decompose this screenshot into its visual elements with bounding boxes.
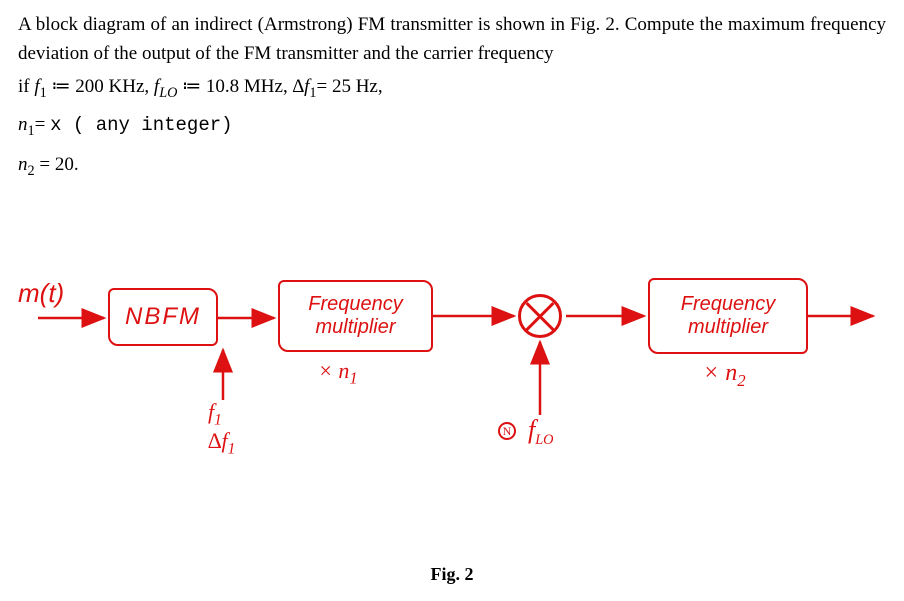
block-diagram: m(t) NBFM Frequency multiplier × n1 Freq… bbox=[18, 270, 888, 530]
figure-caption: Fig. 2 bbox=[0, 564, 904, 585]
problem-statement: A block diagram of an indirect (Armstron… bbox=[18, 10, 886, 182]
problem-line-1: A block diagram of an indirect (Armstron… bbox=[18, 10, 886, 69]
problem-line-2: if f1 ≔ 200 KHz, fLO ≔ 10.8 MHz, ∆f1= 25… bbox=[18, 72, 886, 104]
problem-n2: n2 = 20. bbox=[18, 150, 886, 182]
problem-n1: n1= x ( any integer) bbox=[18, 110, 886, 142]
diagram-arrows bbox=[18, 270, 888, 530]
